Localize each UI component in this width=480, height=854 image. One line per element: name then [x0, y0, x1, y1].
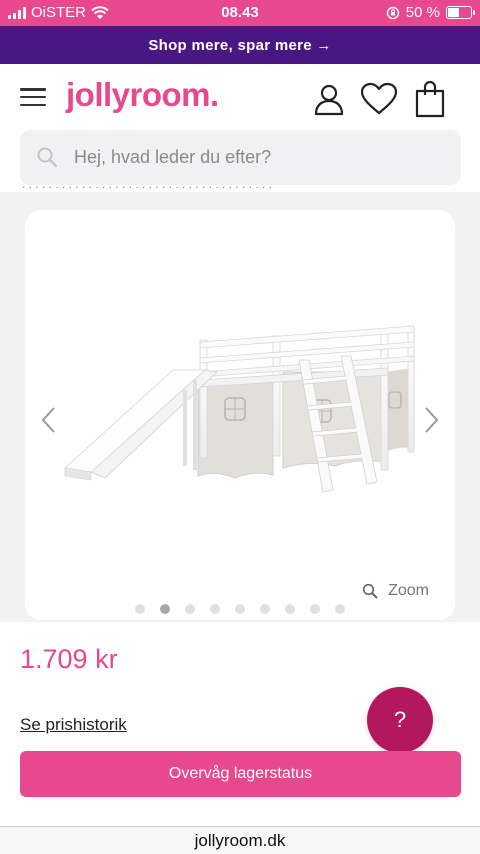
gallery-dot[interactable]	[335, 604, 345, 614]
gallery-dot[interactable]	[310, 604, 320, 614]
heart-icon[interactable]	[360, 82, 398, 116]
zoom-button[interactable]: Zoom	[362, 582, 429, 600]
status-bar: OiSTER 08.43 50 %	[0, 0, 480, 26]
browser-address-bar[interactable]: jollyroom.dk	[0, 826, 480, 854]
battery-icon	[446, 6, 475, 19]
status-right: 50 %	[386, 4, 475, 21]
lock-rotation-icon	[386, 6, 400, 19]
product-gallery[interactable]: Zoom	[25, 210, 455, 620]
gallery-dot[interactable]	[210, 604, 220, 614]
zoom-icon	[362, 583, 378, 599]
gallery-dot[interactable]	[185, 604, 195, 614]
product-price: 1.709 kr	[20, 644, 118, 674]
gallery-pagination	[0, 604, 480, 614]
shopping-bag-icon[interactable]	[414, 80, 446, 118]
search-icon	[37, 147, 58, 168]
price-history-link[interactable]: Se prishistorik	[20, 715, 127, 735]
menu-icon[interactable]	[20, 88, 46, 106]
help-button[interactable]: ?	[367, 687, 433, 753]
user-icon[interactable]	[312, 82, 346, 116]
zoom-label: Zoom	[388, 582, 429, 599]
gallery-dot[interactable]	[160, 604, 170, 614]
search-box[interactable]	[20, 130, 461, 185]
breadcrumb: . . . . . . . . . . . . . . . . . . . . …	[22, 184, 273, 191]
battery-percent: 50 %	[405, 4, 440, 21]
logo[interactable]: jollyroom.	[66, 76, 219, 114]
search-area	[0, 130, 480, 192]
gallery-dot[interactable]	[285, 604, 295, 614]
gallery-dot[interactable]	[235, 604, 245, 614]
product-image[interactable]	[55, 320, 425, 520]
watch-stock-button[interactable]: Overvåg lagerstatus	[20, 751, 461, 797]
search-input[interactable]	[74, 130, 454, 185]
product-info: 1.709 kr Se prishistorik ? Overvåg lager…	[0, 622, 480, 828]
site-header: jollyroom.	[0, 64, 480, 130]
promo-banner[interactable]: Shop mere, spar mere →	[0, 26, 480, 64]
gallery-dot[interactable]	[260, 604, 270, 614]
battery-level	[448, 8, 459, 17]
gallery-dot[interactable]	[135, 604, 145, 614]
